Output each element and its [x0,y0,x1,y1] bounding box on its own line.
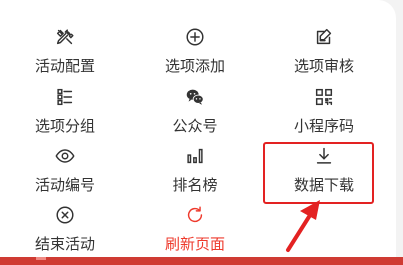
menu-item-review-option[interactable]: 选项审核 [259,26,389,82]
close-circle-icon [54,204,76,226]
annotation-arrow [286,200,320,252]
menu-item-label: 选项分组 [34,117,95,135]
menu-item-refresh-page[interactable]: 刷新页面 [130,204,260,260]
plus-circle-icon [184,26,206,48]
menu-item-label: 刷新页面 [164,235,225,253]
menu-item-end-activity[interactable]: 结束活动 [0,204,130,260]
menu-item-label: 排名榜 [172,176,218,194]
menu-item-official-account[interactable]: 公众号 [130,86,260,142]
tools-icon [54,26,76,48]
menu-item-label: 活动编号 [34,176,95,194]
eye-icon [54,145,76,167]
highlight-box [263,142,374,204]
menu-item-option-group[interactable]: 选项分组 [0,86,130,142]
action-menu-panel: 活动配置 选项添加 选项审核 选项分组 公众号 小程序码 活动编号 排名榜 数据… [0,0,396,265]
bar-chart-icon [184,145,206,167]
menu-item-label: 活动配置 [34,57,95,75]
menu-item-mini-program-code[interactable]: 小程序码 [259,86,389,142]
qr-code-icon [313,86,335,108]
wechat-icon [184,86,206,108]
menu-item-activity-config[interactable]: 活动配置 [0,26,130,82]
menu-item-label: 小程序码 [293,117,354,135]
menu-item-activity-number[interactable]: 活动编号 [0,145,130,201]
menu-item-label: 结束活动 [34,235,95,253]
menu-item-label: 选项添加 [164,57,225,75]
menu-item-label: 选项审核 [293,57,354,75]
menu-item-ranking[interactable]: 排名榜 [130,145,260,201]
menu-item-add-option[interactable]: 选项添加 [130,26,260,82]
menu-item-label: 公众号 [172,117,218,135]
bottom-bar [0,257,403,265]
edit-square-icon [313,26,335,48]
bottom-bar-marker [36,257,46,260]
refresh-icon [184,204,206,226]
list-group-icon [54,86,76,108]
